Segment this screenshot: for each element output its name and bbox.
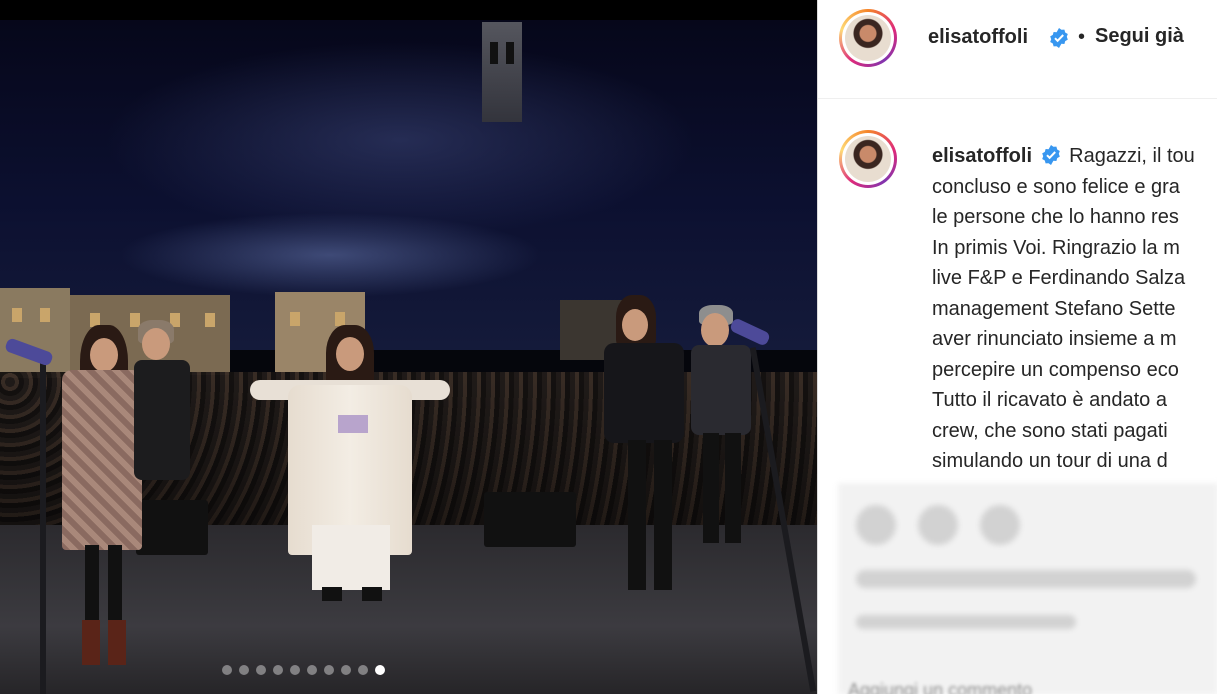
add-comment-input[interactable]: Aggiungi un commento <box>848 680 1032 694</box>
carousel-dot[interactable] <box>341 665 351 675</box>
avatar[interactable] <box>839 9 897 67</box>
carousel-dot[interactable] <box>273 665 283 675</box>
carousel-dot[interactable] <box>256 665 266 675</box>
post-caption: elisatoffoli Ragazzi, il tou concluso e … <box>932 141 1217 477</box>
caption-line: aver rinunciato insieme a m <box>932 328 1177 350</box>
following-button[interactable]: Segui già <box>1095 25 1184 48</box>
caption-line: simulando un tour di una d <box>932 450 1168 472</box>
caption-line: concluso e sono felice e gra <box>932 175 1180 198</box>
carousel-dot[interactable] <box>358 665 368 675</box>
caption-line: crew, che sono stati pagati <box>932 419 1168 442</box>
verified-badge-icon <box>1041 145 1060 165</box>
header-username[interactable]: elisatoffoli <box>928 26 1028 49</box>
carousel-dot[interactable] <box>375 665 385 675</box>
person-white-coat <box>240 325 460 615</box>
photo-top-strip <box>0 0 817 20</box>
caption-line: live F&P e Ferdinando Salza <box>932 267 1186 289</box>
caption-line: percepire un compenso eco <box>932 358 1179 381</box>
person-guitarist-left <box>120 320 220 580</box>
caption-line: Tutto il ricavato è andato a <box>932 389 1167 411</box>
blurred-actions-area <box>838 484 1217 694</box>
mic-stand-left <box>40 360 46 694</box>
stage-speaker <box>484 492 576 547</box>
caption-avatar[interactable] <box>839 130 897 188</box>
carousel-dot[interactable] <box>290 665 300 675</box>
post-photo[interactable] <box>0 0 817 694</box>
caption-line: Ragazzi, il tou <box>1069 145 1195 167</box>
carousel-indicator[interactable] <box>222 665 385 675</box>
caption-line: le persone che lo hanno res <box>932 206 1179 228</box>
post-header: elisatoffoli • Segui già <box>818 0 1217 99</box>
caption-line: management Stefano Sette <box>932 297 1176 320</box>
post-side-panel: elisatoffoli • Segui già elisatoffoli Ra… <box>817 0 1217 694</box>
bell-tower <box>482 22 522 122</box>
caption-line: In primis Voi. Ringrazio la m <box>932 236 1180 259</box>
carousel-dot[interactable] <box>222 665 232 675</box>
carousel-dot[interactable] <box>239 665 249 675</box>
carousel-dot[interactable] <box>307 665 317 675</box>
caption-username[interactable]: elisatoffoli <box>932 145 1032 167</box>
carousel-dot[interactable] <box>324 665 334 675</box>
header-separator: • <box>1078 26 1086 48</box>
verified-badge-icon <box>1050 28 1068 48</box>
